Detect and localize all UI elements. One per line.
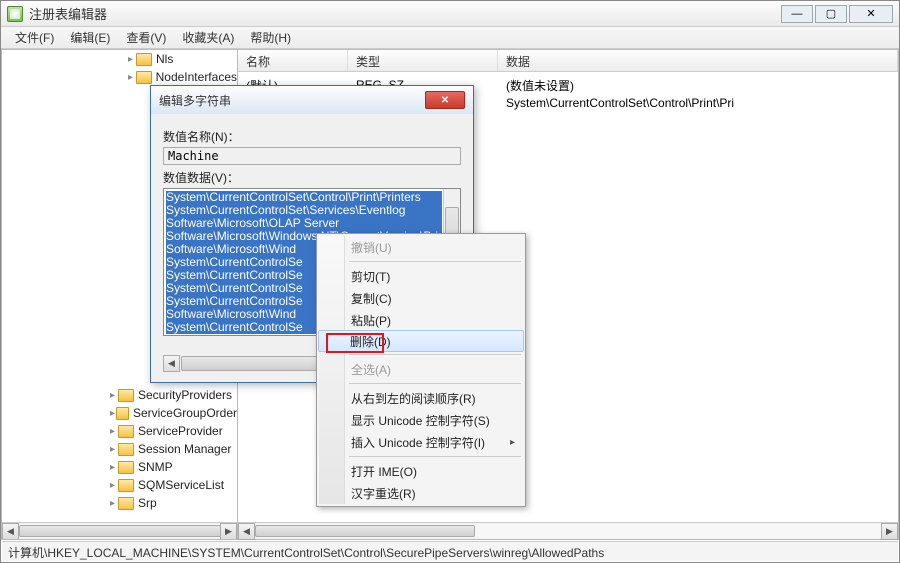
multistring-line: Software\Microsoft\OLAP Server — [166, 217, 442, 230]
menu-favorites[interactable]: 收藏夹(A) — [174, 27, 242, 48]
scroll-left-icon[interactable]: ◀ — [163, 355, 180, 372]
dialog-titlebar[interactable]: 编辑多字符串 ✕ — [151, 86, 473, 114]
context-menu: 撤销(U) 剪切(T) 复制(C) 粘贴(P) 删除(D) 全选(A) 从右到左… — [316, 233, 526, 507]
col-type[interactable]: 类型 — [348, 50, 498, 71]
tree-item[interactable]: ▸SecurityProviders — [2, 386, 237, 404]
ctx-cut[interactable]: 剪切(T) — [319, 265, 523, 287]
scroll-left-icon[interactable]: ◀ — [238, 523, 255, 540]
ctx-undo[interactable]: 撤销(U) — [319, 236, 523, 258]
scroll-right-icon[interactable]: ▶ — [881, 523, 898, 540]
tree-hscroll[interactable]: ◀ ▶ — [2, 522, 237, 539]
submenu-arrow-icon: ▸ — [510, 437, 515, 448]
titlebar[interactable]: 注册表编辑器 — ▢ ✕ — [1, 1, 899, 27]
tree-item[interactable]: ▸ServiceGroupOrder — [2, 404, 237, 422]
ctx-insert-unicode[interactable]: 插入 Unicode 控制字符(I) ▸ — [319, 431, 523, 453]
tree-item[interactable]: ▸Nls — [2, 50, 237, 68]
list-hscroll[interactable]: ◀ ▶ — [238, 522, 898, 539]
maximize-button[interactable]: ▢ — [815, 5, 847, 23]
value-data-label: 数值数据(V)： — [163, 169, 461, 186]
multistring-line: System\CurrentControlSet\Control\Print\P… — [166, 191, 442, 204]
multistring-line: System\CurrentControlSet\Services\Eventl… — [166, 204, 442, 217]
list-hscroll-thumb[interactable] — [255, 525, 475, 537]
value-name-input[interactable] — [163, 147, 461, 165]
menu-view[interactable]: 查看(V) — [118, 27, 174, 48]
window-buttons: — ▢ ✕ — [781, 5, 893, 23]
tree-hscroll-thumb[interactable] — [19, 525, 238, 537]
scroll-left-icon[interactable]: ◀ — [2, 523, 19, 539]
dialog-close-button[interactable]: ✕ — [425, 91, 465, 109]
ctx-open-ime[interactable]: 打开 IME(O) — [319, 460, 523, 482]
value-name-label: 数值名称(N)： — [163, 128, 461, 145]
tree-item[interactable]: ▸Session Manager — [2, 440, 237, 458]
menu-help[interactable]: 帮助(H) — [242, 27, 299, 48]
tree-item[interactable]: ▸SQMServiceList — [2, 476, 237, 494]
ctx-paste[interactable]: 粘贴(P) — [319, 309, 523, 331]
ctx-show-unicode[interactable]: 显示 Unicode 控制字符(S) — [319, 409, 523, 431]
window-title: 注册表编辑器 — [29, 4, 107, 23]
ctx-reconvert[interactable]: 汉字重选(R) — [319, 482, 523, 504]
ctx-delete[interactable]: 删除(D) — [318, 330, 524, 352]
col-data[interactable]: 数据 — [498, 50, 898, 71]
statusbar: 计算机\HKEY_LOCAL_MACHINE\SYSTEM\CurrentCon… — [2, 541, 898, 561]
tree-item[interactable]: ▸SNMP — [2, 458, 237, 476]
menu-file[interactable]: 文件(F) — [7, 27, 62, 48]
regedit-icon — [7, 6, 23, 22]
list-header: 名称 类型 数据 — [238, 50, 898, 72]
menubar: 文件(F) 编辑(E) 查看(V) 收藏夹(A) 帮助(H) — [1, 27, 899, 49]
dialog-title: 编辑多字符串 — [159, 92, 231, 109]
ctx-select-all[interactable]: 全选(A) — [319, 358, 523, 380]
col-name[interactable]: 名称 — [238, 50, 348, 71]
tree-item[interactable]: ▸NodeInterfaces — [2, 68, 237, 86]
tree-item[interactable]: ▸ServiceProvider — [2, 422, 237, 440]
menu-edit[interactable]: 编辑(E) — [62, 27, 118, 48]
close-button[interactable]: ✕ — [849, 5, 893, 23]
minimize-button[interactable]: — — [781, 5, 813, 23]
ctx-rtl[interactable]: 从右到左的阅读顺序(R) — [319, 387, 523, 409]
ctx-copy[interactable]: 复制(C) — [319, 287, 523, 309]
tree-item[interactable]: ▸Srp — [2, 494, 237, 512]
scroll-right-icon[interactable]: ▶ — [220, 523, 237, 539]
